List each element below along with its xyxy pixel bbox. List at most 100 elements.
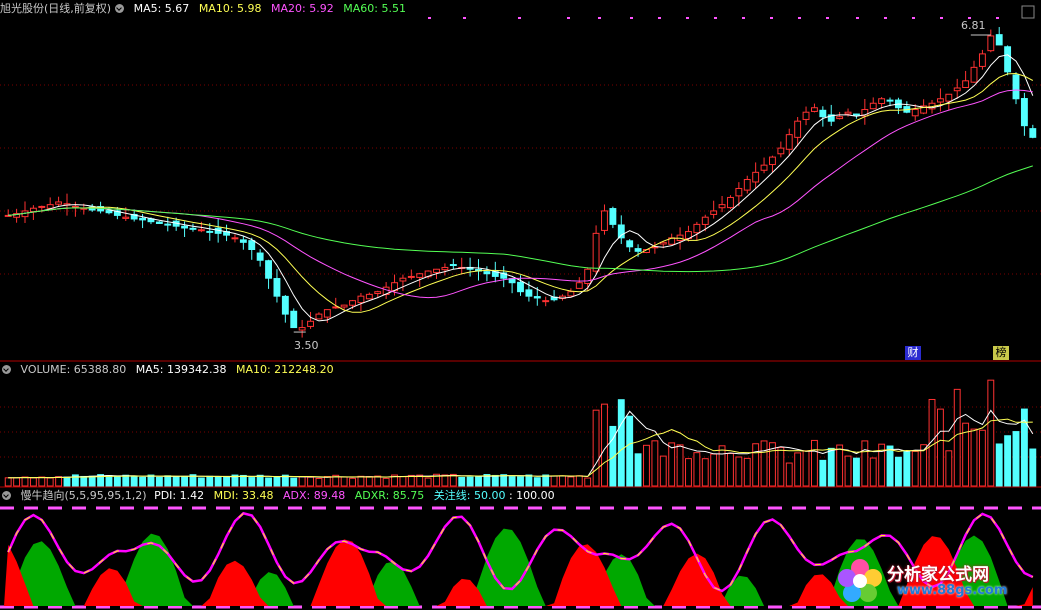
volume-bar [441,474,449,487]
volume-bar [869,457,877,487]
candle-body [794,120,802,138]
volume-bar [323,475,331,487]
candle-body [601,210,608,231]
candle-body [785,134,793,150]
stock-title: 旭光股份(日线,前复权) [0,2,112,15]
volume-bar [785,462,793,487]
volume-bar [852,457,860,487]
candle-body [769,156,776,166]
indicator-dropdown-icon[interactable] [2,491,11,500]
volume-bar [718,445,726,487]
volume-bar [181,475,189,487]
candle-body [248,240,256,251]
volume-bar [172,476,180,487]
volume-bar [987,379,995,487]
candle-body [256,252,264,261]
candle-body [315,313,323,320]
dropdown-icon[interactable] [115,4,125,13]
volume-bar [651,440,659,487]
volume-bar [601,403,608,487]
candle-body [752,171,760,183]
volume-bar [4,477,12,487]
volume-bar [265,477,272,487]
tag-bang[interactable]: 榜 [993,346,1009,360]
candle-body [542,300,550,303]
candle-body [155,221,163,224]
candle-body [433,268,440,273]
indicator-title: 慢牛趋向(5,5,95,95,1,2) [20,489,147,502]
low-price-label: 3.50 [294,339,319,352]
candle-body [710,210,718,215]
candle-body [743,179,751,191]
signal-tick [714,17,717,19]
signal-tick [742,17,745,19]
candle-body [122,216,130,219]
tag-cai[interactable]: 财 [905,346,921,360]
volume-bar [315,477,323,487]
candle-body [962,80,970,88]
volume-bar [29,477,37,487]
signal-tick [826,17,829,19]
price-chart[interactable] [0,0,1041,362]
volume-bar [836,444,844,487]
candle-body [1004,46,1012,73]
volume-bar [811,439,818,487]
candle-body [55,201,63,205]
volume-bar [491,474,499,487]
high-price-label: 6.81 [961,19,986,32]
volume-bar [21,476,29,487]
hundred-label: : 100.00 [508,489,555,502]
candle-body [416,273,424,278]
candle-body [365,293,373,300]
signal-tick [996,17,999,19]
volume-bar [239,474,247,487]
candle-body [617,224,625,239]
signal-tick [912,17,915,19]
volume-bar [130,475,138,487]
volume-bar [626,415,634,487]
candle-body [777,147,785,155]
volume-bar [844,455,852,487]
volume-bar [903,450,911,487]
volume-dropdown-icon[interactable] [2,365,11,374]
volume-bar [1004,435,1012,487]
volume-header: VOLUME: 65388.80 MA5: 139342.38 MA10: 21… [0,363,340,377]
candle-body [978,53,986,67]
candle-body [852,113,860,116]
volume-panel[interactable]: VOLUME: 65388.80 MA5: 139342.38 MA10: 21… [0,362,1041,488]
candle-body [349,300,356,306]
candle-body [735,187,743,197]
volume-bar [777,447,785,487]
pdi-label: PDI: 1.42 [154,489,205,502]
candle-body [718,204,726,209]
candle-body [517,281,524,293]
volume-bar [424,477,432,487]
watermark-logo: 分析家公式网 www.88gs.com [835,556,1035,606]
volume-ma10-label: MA10: 212248.20 [235,363,334,376]
signal-tick [463,17,466,19]
indicator-panel[interactable]: 慢牛趋向(5,5,95,95,1,2) PDI: 1.42 MDI: 33.48… [0,488,1041,610]
guanzhu-label: 关注线: 50.00 [433,489,506,502]
volume-bar [735,456,743,487]
candle-body [206,230,214,233]
ma60-line [8,165,1033,273]
price-panel[interactable]: 旭光股份(日线,前复权) MA5: 5.67 MA10: 5.98 MA20: … [0,0,1041,362]
adx-label: ADX: 89.48 [283,489,346,502]
volume-chart[interactable] [0,362,1041,488]
volume-bar [517,476,524,487]
candle-body [953,87,961,92]
volume-bar [46,477,54,487]
volume-bar [936,408,944,487]
volume-bar [122,474,130,487]
candle-body [592,232,600,272]
candle-body [911,109,919,117]
candle-body [105,210,113,214]
candle-body [449,264,457,267]
volume-bar [38,476,46,487]
volume-bar [223,476,230,487]
signal-tick [686,17,689,19]
signal-tick [630,17,633,19]
panel-corner-icon [1021,5,1035,19]
candle-body [1029,128,1037,138]
volume-bar [256,474,264,487]
